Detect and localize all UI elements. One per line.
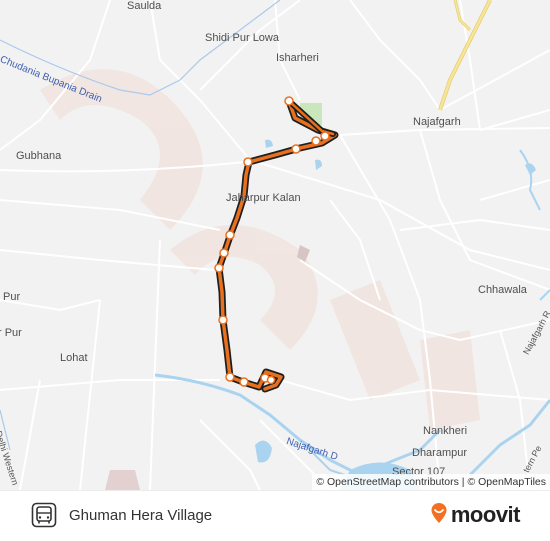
stop-marker (225, 372, 235, 382)
stop-marker (311, 136, 321, 146)
map-label-lohat: Lohat (60, 352, 88, 364)
route-footer: Ghuman Hera Village moovit (0, 490, 550, 541)
map-label-isharheri: Isharheri (276, 52, 319, 64)
map-label-najafgarh: Najafgarh (413, 116, 461, 128)
bus-icon (31, 502, 57, 528)
route-name: Ghuman Hera Village (69, 507, 213, 524)
map-label-dharampur: Dharampur (412, 447, 468, 459)
moovit-logo: moovit (430, 501, 521, 529)
map-canvas (0, 0, 550, 490)
stop-marker (320, 131, 330, 141)
map-label-pur-2: r Pur (0, 327, 22, 339)
map-label-gubhana: Gubhana (16, 150, 62, 162)
map-label-chhawala: Chhawala (478, 284, 527, 296)
page: Saulda Shidi Pur Lowa Isharheri Chudania… (0, 0, 550, 541)
stop-marker (225, 230, 235, 240)
map-attribution[interactable]: © OpenStreetMap contributors | © OpenMap… (312, 474, 550, 490)
stop-marker (291, 144, 301, 154)
route-map[interactable]: Saulda Shidi Pur Lowa Isharheri Chudania… (0, 0, 550, 490)
stop-marker (266, 375, 276, 385)
moovit-wordmark: moovit (450, 502, 521, 527)
stop-marker (218, 315, 228, 325)
stop-marker (243, 157, 253, 167)
map-label-jatarpur-kalan: Jaharpur Kalan (226, 192, 301, 204)
map-label-saulda: Saulda (127, 0, 162, 12)
map-label-pur-1: Pur (3, 291, 21, 303)
stop-marker (214, 263, 224, 273)
map-label-nankheri: Nankheri (423, 425, 468, 437)
stop-marker (239, 377, 249, 387)
stop-marker (284, 96, 294, 106)
map-label-shidi-pur-lowa: Shidi Pur Lowa (205, 32, 279, 44)
highways (438, 0, 492, 111)
stop-marker (219, 248, 229, 258)
moovit-pin-icon (430, 502, 448, 529)
